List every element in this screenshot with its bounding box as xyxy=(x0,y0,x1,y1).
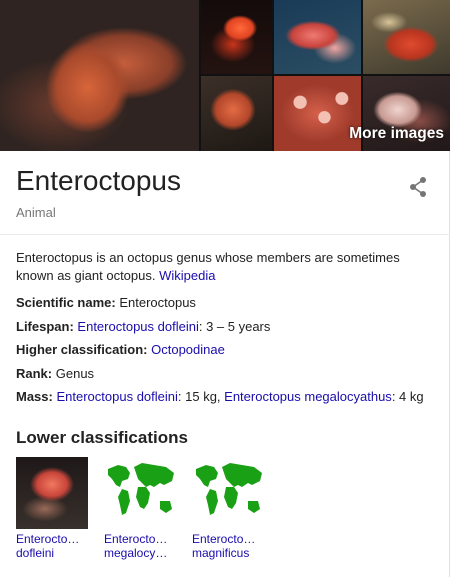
lower-classifications-title: Lower classifications xyxy=(16,428,188,447)
lower-classification-label[interactable]: Enterocto… magnificus xyxy=(192,532,264,560)
image-collage: More images xyxy=(0,0,450,151)
description: Enteroctopus is an octopus genus whose m… xyxy=(16,249,436,285)
more-images-link[interactable]: More images xyxy=(349,125,444,143)
label-line1: Enterocto… xyxy=(16,532,80,546)
fact-label: Higher classification: xyxy=(16,342,148,357)
fact-rank: Rank: Genus xyxy=(16,365,441,389)
knowledge-panel: More images Enteroctopus Animal Enteroct… xyxy=(0,0,450,577)
octopus-image-5[interactable] xyxy=(201,76,272,151)
facts-list: Scientific name: Enteroctopus Lifespan: … xyxy=(16,294,441,412)
share-button[interactable] xyxy=(404,173,432,201)
fact-label: Lifespan: xyxy=(16,318,74,334)
octopus-thumbnail[interactable] xyxy=(16,457,88,529)
fact-mass: Mass: Enteroctopus dofleini: 15 kg, Ente… xyxy=(16,388,441,412)
fact-label: Scientific name: xyxy=(16,295,116,310)
octopus-image-3[interactable] xyxy=(274,0,361,74)
octopus-image-main[interactable] xyxy=(0,0,199,151)
fact-higher-classification: Higher classification: Octopodinae xyxy=(16,341,441,365)
fact-value: : 3 – 5 years xyxy=(198,318,271,334)
lower-classification-item[interactable]: Enterocto… megalocy… xyxy=(104,457,176,560)
label-line2: magnificus xyxy=(192,546,250,560)
share-icon xyxy=(410,177,426,197)
fact-value: Genus xyxy=(55,365,95,381)
label-line2: megalocy… xyxy=(104,546,168,560)
fact-value: : 15 kg, xyxy=(177,389,225,404)
world-map-thumbnail[interactable] xyxy=(192,457,264,529)
octopodinae-link[interactable]: Octopodinae xyxy=(151,342,225,357)
lower-classification-item[interactable]: Enterocto… dofleini xyxy=(16,457,88,560)
lower-classification-label[interactable]: Enterocto… dofleini xyxy=(16,532,88,560)
page-title: Enteroctopus xyxy=(16,165,181,196)
mass-dofleini-link[interactable]: Enteroctopus dofleini xyxy=(56,389,177,404)
lower-classifications-carousel: Enterocto… dofleini Enterocto… megalocy…… xyxy=(16,457,436,567)
label-line1: Enterocto… xyxy=(192,532,256,546)
lower-classification-label[interactable]: Enterocto… megalocy… xyxy=(104,532,176,560)
octopus-image-6[interactable] xyxy=(274,76,361,151)
label-line2: dofleini xyxy=(16,546,55,560)
lower-classification-item[interactable]: Enterocto… magnificus xyxy=(192,457,264,560)
octopus-image-2[interactable] xyxy=(201,0,272,74)
fact-label: Mass: xyxy=(16,389,53,404)
mass-megalocyathus-link[interactable]: Enteroctopus megalocyathus xyxy=(224,389,392,404)
lifespan-species-link[interactable]: Enteroctopus dofleini xyxy=(77,319,198,334)
octopus-image-4[interactable] xyxy=(363,0,450,74)
label-line1: Enterocto… xyxy=(104,532,168,546)
fact-scientific-name: Scientific name: Enteroctopus xyxy=(16,294,441,318)
fact-value: Enteroctopus xyxy=(119,295,196,310)
wikipedia-link[interactable]: Wikipedia xyxy=(159,268,215,283)
fact-label: Rank: xyxy=(16,365,53,381)
fact-value: : 4 kg xyxy=(391,389,424,404)
fact-lifespan: Lifespan: Enteroctopus dofleini: 3 – 5 y… xyxy=(16,318,441,342)
panel-header: Enteroctopus Animal xyxy=(0,151,450,235)
world-map-thumbnail[interactable] xyxy=(104,457,176,529)
entity-type: Animal xyxy=(16,205,56,220)
